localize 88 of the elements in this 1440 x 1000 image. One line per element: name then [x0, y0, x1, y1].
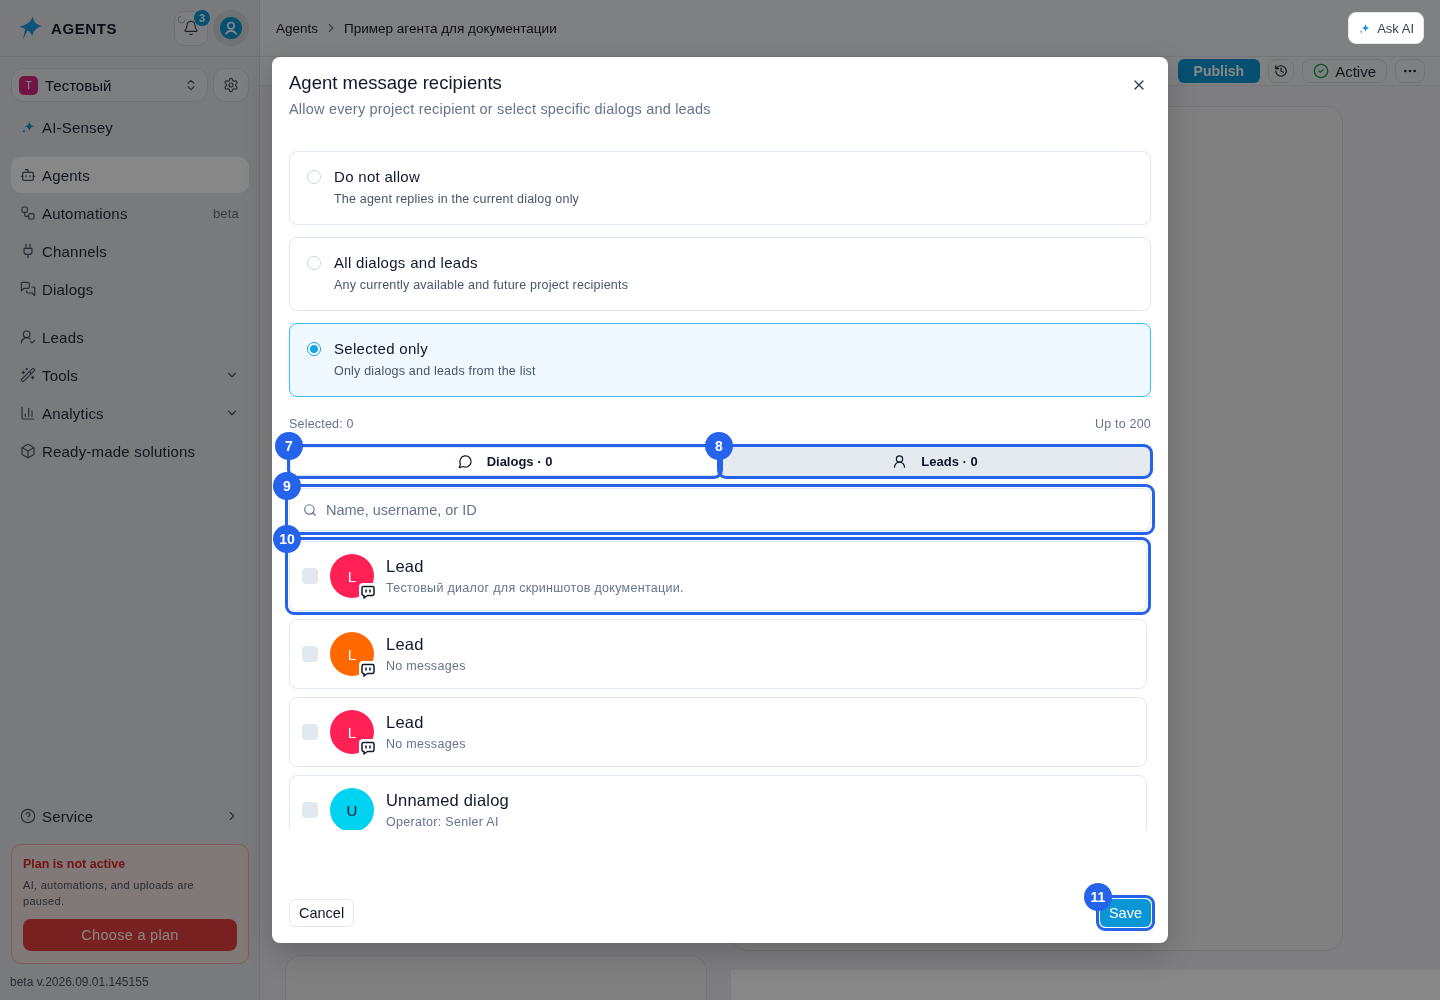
search-icon: [303, 502, 317, 517]
logo-text: AGENTS: [51, 19, 118, 37]
cancel-button[interactable]: Cancel: [289, 899, 355, 927]
status-button[interactable]: Active: [1302, 59, 1387, 83]
robot-icon: [20, 167, 36, 183]
choose-plan-button[interactable]: Choose a plan: [23, 919, 237, 951]
sidebar-nav-item[interactable]: Ready-made solutions: [11, 433, 249, 469]
check-circle-icon: [1313, 63, 1330, 79]
recipient-preview: Operator: Senler AI: [386, 814, 499, 830]
workflow-icon: [20, 205, 36, 221]
user-icon: [892, 454, 908, 469]
magic-wand-icon: [20, 367, 36, 383]
publish-button[interactable]: Publish: [1177, 59, 1261, 83]
option-description: Only dialogs and leads from the list: [334, 363, 536, 380]
option-description: Any currently available and future project recipients: [334, 277, 629, 294]
plan-alert-text: AI, automations, and uploads are paused.: [23, 878, 196, 909]
logo-icon: [18, 15, 44, 41]
project-avatar: T: [19, 75, 38, 95]
radio-button[interactable]: [307, 256, 321, 270]
dialog-title: Agent message recipients: [289, 71, 502, 95]
option-title: Selected only: [334, 339, 428, 359]
recipient-row[interactable]: L Lead No messages: [289, 619, 1147, 689]
sidebar-nav-item[interactable]: Tools: [11, 357, 249, 393]
ask-ai-button[interactable]: Ask AI: [1348, 12, 1424, 44]
help-icon: [20, 808, 36, 824]
sidebar-nav-item[interactable]: Agents: [11, 157, 249, 193]
history-icon: [1274, 64, 1289, 78]
user-avatar-icon: [220, 17, 242, 39]
recipient-name: Lead: [386, 712, 424, 732]
history-button[interactable]: [1268, 59, 1295, 83]
radio-button[interactable]: [307, 170, 321, 184]
sparkle-icon: [20, 119, 36, 135]
sidebar-nav-item[interactable]: Dialogs: [11, 271, 249, 307]
beta-tag: beta: [212, 205, 239, 221]
version-label: beta v.2026.09.01.145155: [10, 974, 150, 990]
notification-count: 3: [194, 9, 210, 26]
chat-bubbles-icon: [20, 281, 36, 297]
option-title: All dialogs and leads: [334, 253, 478, 273]
search-field[interactable]: Name, username, or ID: [289, 488, 1151, 531]
recipient-preview: No messages: [386, 658, 466, 674]
recipient-row[interactable]: U Unnamed dialog Operator: Senler AI: [289, 775, 1147, 830]
sidebar-nav-item[interactable]: Analytics: [11, 395, 249, 431]
user-check-icon: [20, 329, 36, 345]
service-menu-item[interactable]: Service: [11, 798, 249, 834]
avatar: U: [330, 788, 374, 830]
radio-button[interactable]: [307, 342, 321, 356]
recipient-name: Lead: [386, 634, 424, 654]
step-marker: 7: [275, 432, 303, 460]
settings-icon: [223, 77, 239, 93]
option-card[interactable]: Do not allow The agent replies in the current dialog only: [289, 151, 1151, 225]
option-card[interactable]: All dialogs and leads Any currently available and future project recipients: [289, 237, 1151, 311]
limit-label: Up to 200: [1095, 416, 1151, 433]
checkbox[interactable]: [302, 568, 318, 584]
more-button[interactable]: [1395, 59, 1425, 83]
sidebar-nav-item[interactable]: Channels: [11, 233, 249, 269]
checkbox[interactable]: [302, 724, 318, 740]
avatar: L: [330, 632, 374, 676]
option-description: The agent replies in the current dialog only: [334, 191, 580, 208]
notifications-button[interactable]: 3: [174, 10, 208, 46]
recipient-name: Lead: [386, 556, 424, 576]
ai-assistant-link[interactable]: AI-Sensey: [11, 109, 249, 145]
recipient-row[interactable]: L Lead No messages: [289, 697, 1147, 767]
step-marker: 8: [705, 432, 733, 460]
recipient-preview: Тестовый диалог для скриншотов документации.: [386, 580, 684, 596]
profile-button[interactable]: [213, 10, 249, 46]
sidebar-nav-item[interactable]: Leads: [11, 319, 249, 355]
project-selector[interactable]: T Тестовый: [11, 68, 208, 102]
breadcrumb-current: Пример агента для документации: [344, 20, 557, 36]
plan-alert-title: Plan is not active: [23, 856, 127, 872]
sidebar-nav-item[interactable]: Automations beta: [11, 195, 249, 231]
selected-count: Selected: 0: [289, 416, 354, 433]
ring-icon: [177, 14, 186, 24]
plug-icon: [20, 243, 36, 259]
cube-icon: [20, 443, 36, 459]
step-marker: 9: [273, 472, 301, 500]
breadcrumb-link[interactable]: Agents: [276, 20, 319, 36]
checkbox[interactable]: [302, 802, 318, 818]
bell-icon: [183, 20, 199, 36]
dialog-subtitle: Allow every project recipient or select specific dialogs and leads: [289, 100, 711, 119]
option-card[interactable]: Selected only Only dialogs and leads from the list: [289, 323, 1151, 397]
option-title: Do not allow: [334, 167, 421, 187]
recipient-preview: No messages: [386, 736, 466, 752]
avatar: L: [330, 554, 374, 598]
checkbox[interactable]: [302, 646, 318, 662]
recipient-name: Unnamed dialog: [386, 790, 509, 810]
settings-button[interactable]: [213, 68, 249, 102]
avatar: L: [330, 710, 374, 754]
bar-chart-icon: [20, 405, 36, 421]
